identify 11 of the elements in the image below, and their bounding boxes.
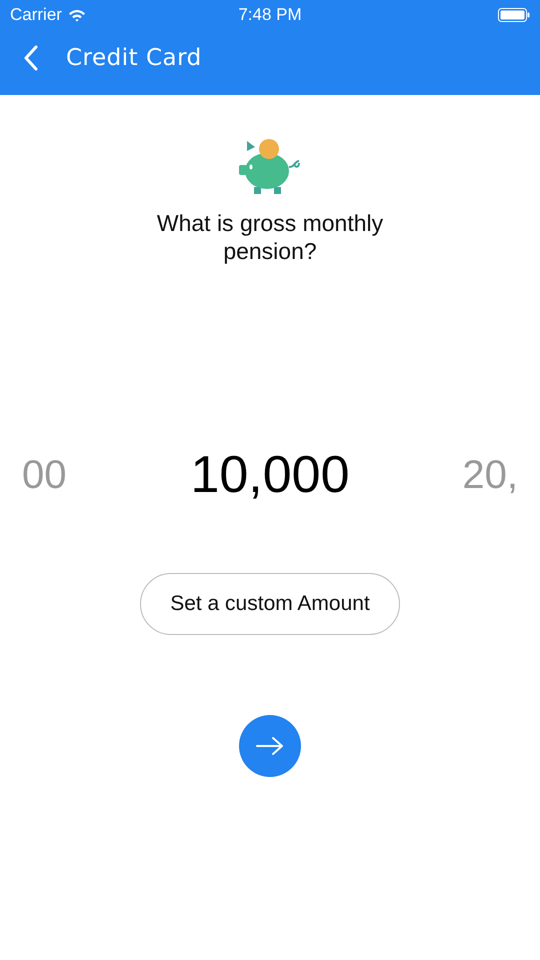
wifi-icon (68, 8, 86, 22)
status-time: 7:48 PM (238, 5, 302, 25)
arrow-right-icon (255, 736, 285, 756)
nav-title: Credit Card (66, 44, 202, 70)
question-text: What is gross monthly pension? (156, 209, 384, 265)
amount-option[interactable]: 10,000 (190, 445, 350, 505)
back-icon[interactable] (24, 44, 38, 70)
custom-amount-button[interactable]: Set a custom Amount (140, 573, 400, 635)
battery-icon (498, 8, 530, 22)
carrier-name: Carrier (10, 5, 62, 25)
piggy-bank-icon (237, 137, 303, 195)
